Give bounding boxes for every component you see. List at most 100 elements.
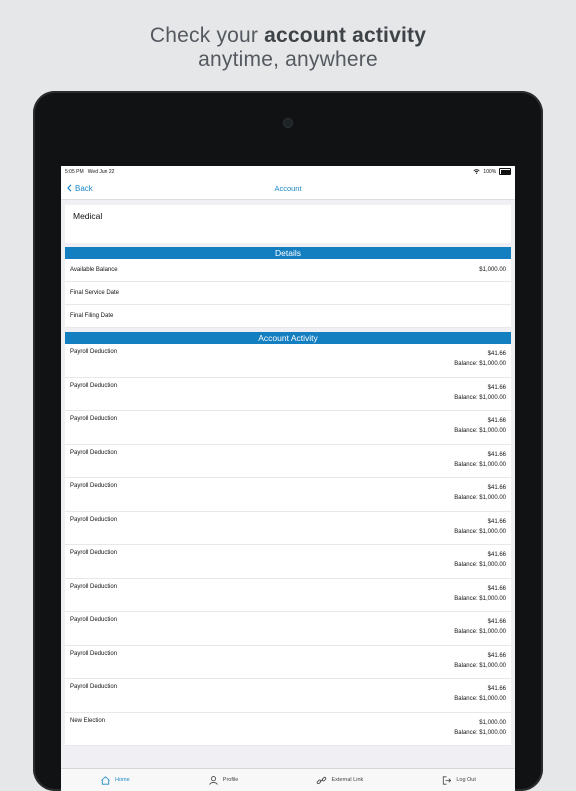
back-label: Back bbox=[75, 183, 93, 193]
status-right: 100% bbox=[473, 168, 511, 175]
activity-label: Payroll Deduction bbox=[70, 684, 118, 690]
detail-value: $1,000.00 bbox=[479, 267, 506, 273]
activity-amounts: $41.66 Balance: $1,000.00 bbox=[454, 383, 506, 411]
nav-title: Account bbox=[274, 183, 302, 193]
activity-amount: $1,000.00 bbox=[479, 719, 506, 726]
activity-amounts: $41.66 Balance: $1,000.00 bbox=[454, 550, 506, 578]
activity-row[interactable]: Payroll Deduction $41.66 Balance: $1,000.0… bbox=[65, 645, 511, 679]
activity-balance: Balance: $1,000.00 bbox=[454, 629, 506, 635]
marketing-headline: Check your account activity anytime, any… bbox=[0, 24, 576, 72]
activity-amounts: $41.66 Balance: $1,000.00 bbox=[454, 450, 506, 478]
activity-label: Payroll Deduction bbox=[70, 416, 118, 422]
activity-amounts: $41.66 Balance: $1,000.00 bbox=[454, 517, 506, 545]
account-content: Medical Details Available Balance $1,000.… bbox=[61, 200, 515, 746]
activity-row[interactable]: Payroll Deduction $41.66 Balance: $1,000.0… bbox=[65, 478, 511, 512]
logout-icon bbox=[443, 775, 452, 785]
activity-amount: $41.66 bbox=[487, 418, 506, 424]
back-button[interactable]: Back bbox=[67, 184, 93, 193]
status-bar: 5:05 PM Wed Jun 22 100% bbox=[61, 166, 515, 177]
headline-line-1: Check your account activity bbox=[0, 24, 576, 48]
activity-row[interactable]: Payroll Deduction $41.66 Balance: $1,000.0… bbox=[65, 411, 511, 445]
tab-profile[interactable]: Profile bbox=[208, 775, 239, 786]
activity-amount: $41.66 bbox=[487, 518, 506, 525]
tab-external-link[interactable]: External Link bbox=[316, 775, 363, 786]
activity-balance: Balance: $1,000.00 bbox=[454, 394, 506, 401]
details-list: Available Balance $1,000.00 Final Service … bbox=[65, 259, 511, 328]
account-name: Medical bbox=[65, 205, 511, 243]
headline-prefix: Check your bbox=[149, 24, 265, 47]
activity-balance: Balance: $1,000.00 bbox=[454, 595, 506, 602]
status-time: 5:05 PM Wed Jun 22 bbox=[65, 168, 115, 175]
detail-row: Available Balance $1,000.00 bbox=[65, 259, 511, 282]
activity-label: Payroll Deduction bbox=[70, 617, 118, 623]
activity-row[interactable]: Payroll Deduction $41.66 Balance: $1,000.0… bbox=[65, 545, 511, 579]
activity-balance: Balance: $1,000.00 bbox=[454, 562, 506, 568]
activity-amount: $41.66 bbox=[487, 351, 506, 357]
activity-label: Payroll Deduction bbox=[70, 550, 118, 556]
activity-label: New Election bbox=[70, 717, 106, 724]
tab-label: Profile bbox=[222, 777, 239, 783]
activity-list: Payroll Deduction $41.66 Balance: $1,000.0… bbox=[65, 344, 511, 746]
tab-bar: Home Profile External Link Log Out bbox=[61, 768, 515, 791]
activity-amounts: $41.66 Balance: $1,000.00 bbox=[454, 483, 506, 511]
activity-amounts: $41.66 Balance: $1,000.00 bbox=[454, 349, 506, 377]
activity-balance: Balance: $1,000.00 bbox=[454, 361, 506, 367]
activity-balance: Balance: $1,000.00 bbox=[454, 528, 506, 535]
activity-label: Payroll Deduction bbox=[70, 382, 118, 389]
activity-amounts: $41.66 Balance: $1,000.00 bbox=[454, 617, 506, 645]
wifi-icon bbox=[473, 169, 481, 174]
activity-amount: $41.66 bbox=[487, 552, 506, 558]
chevron-left-icon bbox=[67, 184, 72, 192]
profile-icon bbox=[209, 775, 218, 785]
detail-row: Final Service Date bbox=[65, 282, 511, 305]
activity-amount: $41.66 bbox=[487, 451, 506, 458]
nav-bar: Back Account bbox=[61, 177, 515, 200]
activity-balance: Balance: $1,000.00 bbox=[454, 696, 506, 702]
activity-amount: $41.66 bbox=[487, 619, 506, 625]
link-icon bbox=[317, 776, 327, 784]
battery-icon bbox=[499, 168, 511, 175]
tab-log-out[interactable]: Log Out bbox=[441, 775, 476, 786]
activity-row[interactable]: Payroll Deduction $41.66 Balance: $1,000.0… bbox=[65, 511, 511, 545]
activity-row[interactable]: Payroll Deduction $41.66 Balance: $1,000.0… bbox=[65, 377, 511, 411]
activity-amounts: $41.66 Balance: $1,000.00 bbox=[454, 416, 506, 444]
activity-amount: $41.66 bbox=[487, 485, 506, 491]
activity-row[interactable]: New Election $1,000.00 Balance: $1,000.00 bbox=[65, 712, 511, 746]
camera-dot bbox=[284, 119, 292, 127]
tab-home[interactable]: Home bbox=[100, 775, 130, 786]
tab-label: Home bbox=[115, 777, 130, 783]
activity-label: Payroll Deduction bbox=[70, 650, 118, 657]
activity-label: Payroll Deduction bbox=[70, 516, 118, 523]
home-icon bbox=[101, 775, 110, 785]
activity-label: Payroll Deduction bbox=[70, 449, 118, 456]
tab-label: External Link bbox=[331, 777, 364, 783]
activity-amounts: $41.66 Balance: $1,000.00 bbox=[454, 651, 506, 679]
activity-balance: Balance: $1,000.00 bbox=[454, 662, 506, 669]
activity-row[interactable]: Payroll Deduction $41.66 Balance: $1,000.0… bbox=[65, 444, 511, 478]
activity-amount: $41.66 bbox=[487, 384, 506, 391]
activity-row[interactable]: Payroll Deduction $41.66 Balance: $1,000.0… bbox=[65, 344, 511, 378]
activity-amount: $41.66 bbox=[487, 585, 506, 592]
activity-balance: Balance: $1,000.00 bbox=[454, 461, 506, 468]
battery-percent: 100% bbox=[483, 168, 497, 175]
detail-label: Final Filing Date bbox=[70, 313, 114, 319]
activity-label: Payroll Deduction bbox=[70, 349, 118, 355]
activity-row[interactable]: Payroll Deduction $41.66 Balance: $1,000.0… bbox=[65, 612, 511, 646]
headline-line-2: anytime, anywhere bbox=[198, 48, 378, 71]
activity-balance: Balance: $1,000.00 bbox=[454, 729, 506, 736]
activity-amount: $41.66 bbox=[487, 686, 506, 692]
activity-header: Account Activity bbox=[65, 332, 511, 344]
activity-amounts: $41.66 Balance: $1,000.00 bbox=[454, 584, 506, 612]
activity-label: Payroll Deduction bbox=[70, 583, 118, 590]
activity-amounts: $1,000.00 Balance: $1,000.00 bbox=[454, 718, 506, 746]
activity-row[interactable]: Payroll Deduction $41.66 Balance: $1,000.0… bbox=[65, 578, 511, 612]
tablet-frame: 5:05 PM Wed Jun 22 100% Back Account Med… bbox=[33, 91, 543, 791]
activity-row[interactable]: Payroll Deduction $41.66 Balance: $1,000.0… bbox=[65, 679, 511, 713]
tab-label: Log Out bbox=[456, 777, 476, 783]
activity-amounts: $41.66 Balance: $1,000.00 bbox=[454, 684, 506, 712]
activity-balance: Balance: $1,000.00 bbox=[454, 428, 506, 434]
activity-balance: Balance: $1,000.00 bbox=[454, 495, 506, 501]
detail-row: Final Filing Date bbox=[65, 305, 511, 328]
details-header: Details bbox=[65, 247, 511, 259]
detail-label: Final Service Date bbox=[70, 290, 120, 296]
